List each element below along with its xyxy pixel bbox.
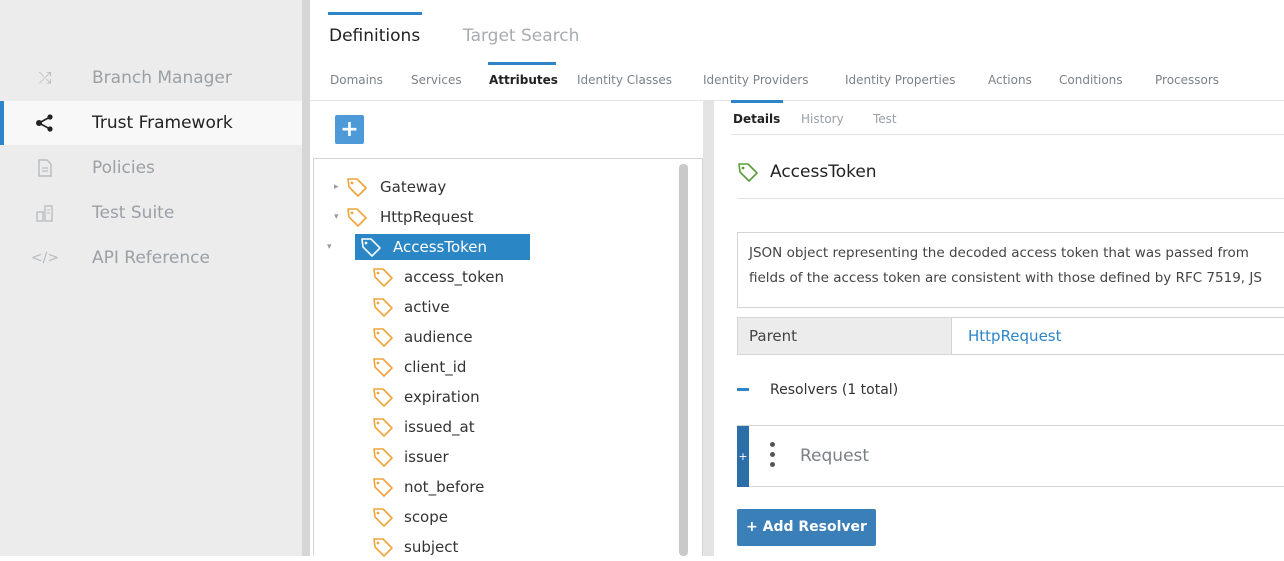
tab-definitions[interactable]: Definitions xyxy=(329,26,420,46)
description-line: fields of the access token are consisten… xyxy=(749,270,1262,286)
tag-icon xyxy=(372,297,394,321)
attribute-name: AccessToken xyxy=(770,162,877,182)
parent-row: Parent HttpRequest xyxy=(737,317,1284,355)
test-suite-icon xyxy=(34,202,56,224)
description-field[interactable]: JSON object representing the decoded acc… xyxy=(737,232,1284,308)
subtab-actions[interactable]: Actions xyxy=(988,73,1032,87)
tab-target-search[interactable]: Target Search xyxy=(463,26,579,46)
tree-node[interactable]: not_before xyxy=(320,474,670,500)
tag-icon xyxy=(372,447,394,471)
sidebar-item-label: Branch Manager xyxy=(92,68,232,88)
tree-node-label: expiration xyxy=(404,388,480,406)
sidebar-item-policies[interactable]: Policies xyxy=(0,146,302,190)
sidebar-divider xyxy=(302,0,310,556)
tree-node-label: issued_at xyxy=(404,418,475,436)
tree-node[interactable]: issuer xyxy=(320,444,670,470)
expand-toggle-icon[interactable]: ▸ xyxy=(334,182,339,192)
subtab-processors[interactable]: Processors xyxy=(1155,73,1219,87)
sidebar-item-label: Trust Framework xyxy=(92,113,233,133)
tree-node-label: subject xyxy=(404,538,459,556)
sidebar-item-label: Test Suite xyxy=(92,203,175,223)
shuffle-icon: ⤮ xyxy=(38,68,52,87)
subtab-services[interactable]: Services xyxy=(411,73,462,87)
top-tabs: Definitions Target Search xyxy=(310,0,1284,56)
description-line: JSON object representing the decoded acc… xyxy=(749,245,1249,261)
tag-icon xyxy=(372,267,394,291)
sidebar-item-branch-manager[interactable]: ⤮ Branch Manager xyxy=(0,56,302,100)
tab-details[interactable]: Details xyxy=(733,112,780,126)
tag-icon xyxy=(346,177,368,201)
sidebar-item-label: API Reference xyxy=(92,248,210,268)
tree-node-label: Gateway xyxy=(380,178,447,196)
tag-icon xyxy=(372,507,394,531)
tree-node-label: audience xyxy=(404,328,473,346)
tree-node-label: scope xyxy=(404,508,448,526)
code-icon: </> xyxy=(30,250,60,266)
detail-tabs-divider xyxy=(731,134,1284,135)
sidebar-item-test-suite[interactable]: Test Suite xyxy=(0,191,302,235)
share-nodes-icon xyxy=(34,112,56,134)
expand-toggle-icon[interactable]: ▾ xyxy=(327,242,332,252)
tree-node[interactable]: scope xyxy=(320,504,670,530)
sidebar-item-label: Policies xyxy=(92,158,155,178)
subtabs-divider xyxy=(310,100,1284,101)
parent-link[interactable]: HttpRequest xyxy=(951,318,1062,354)
tree-node-label: active xyxy=(404,298,450,316)
detail-tab-indicator xyxy=(731,100,783,103)
add-resolver-button[interactable]: + Add Resolver xyxy=(737,509,876,546)
tree-node-label: HttpRequest xyxy=(380,208,474,226)
document-icon xyxy=(34,157,56,179)
tag-icon xyxy=(372,417,394,441)
subtab-identity-properties[interactable]: Identity Properties xyxy=(845,73,955,87)
add-attribute-button[interactable]: + xyxy=(335,115,364,144)
tag-icon xyxy=(372,477,394,501)
tree-node[interactable]: client_id xyxy=(320,354,670,380)
parent-label: Parent xyxy=(738,318,951,354)
tree-node-label: not_before xyxy=(404,478,485,496)
subtab-conditions[interactable]: Conditions xyxy=(1059,73,1123,87)
subtab-attributes[interactable]: Attributes xyxy=(489,73,558,87)
tab-test[interactable]: Test xyxy=(873,112,897,126)
sub-tabs: Domains Services Attributes Identity Cla… xyxy=(310,58,1284,100)
panel-divider[interactable] xyxy=(703,100,714,556)
tag-icon xyxy=(360,237,382,261)
tree-node[interactable]: issued_at xyxy=(320,414,670,440)
tree-node-label: AccessToken xyxy=(393,238,488,256)
tree-scrollbar[interactable] xyxy=(679,164,688,556)
title-divider xyxy=(737,198,1284,199)
tree-node[interactable]: active xyxy=(320,294,670,320)
tree-node[interactable]: ▾ HttpRequest xyxy=(320,204,670,230)
tree-node[interactable]: audience xyxy=(320,324,670,350)
tree-node-label: issuer xyxy=(404,448,449,466)
subtab-identity-providers[interactable]: Identity Providers xyxy=(703,73,808,87)
tree-node-label: client_id xyxy=(404,358,467,376)
expand-toggle-icon[interactable]: ▾ xyxy=(334,212,339,222)
tree-node[interactable]: subject xyxy=(320,534,670,560)
subtab-domains[interactable]: Domains xyxy=(330,73,383,87)
sidebar: ⤮ Branch Manager Trust Framework Policie… xyxy=(0,0,302,556)
tag-icon xyxy=(372,537,394,561)
active-tab-indicator xyxy=(328,12,422,15)
active-subtab-indicator xyxy=(488,62,556,65)
tree-node[interactable]: access_token xyxy=(320,264,670,290)
subtab-identity-classes[interactable]: Identity Classes xyxy=(577,73,672,87)
tag-icon xyxy=(372,327,394,351)
resolvers-label: Resolvers (1 total) xyxy=(770,382,899,398)
sidebar-item-trust-framework[interactable]: Trust Framework xyxy=(0,101,302,145)
tag-icon xyxy=(372,357,394,381)
tree-node[interactable]: ▾ AccessToken xyxy=(327,234,530,261)
kebab-menu-icon[interactable] xyxy=(770,442,776,470)
tree-node[interactable]: ▸ Gateway xyxy=(320,174,670,200)
resolver-card[interactable]: + Request xyxy=(737,425,1284,487)
tag-icon xyxy=(372,387,394,411)
collapse-icon[interactable] xyxy=(737,388,749,391)
tree-node-label: access_token xyxy=(404,268,504,286)
tag-icon xyxy=(346,207,368,231)
tab-history[interactable]: History xyxy=(801,112,844,126)
tag-icon xyxy=(737,162,759,186)
resolver-name: Request xyxy=(800,446,870,466)
sidebar-item-api-reference[interactable]: </> API Reference xyxy=(0,236,302,280)
resolver-drag-handle[interactable]: + xyxy=(737,426,749,487)
tree-node[interactable]: expiration xyxy=(320,384,670,410)
